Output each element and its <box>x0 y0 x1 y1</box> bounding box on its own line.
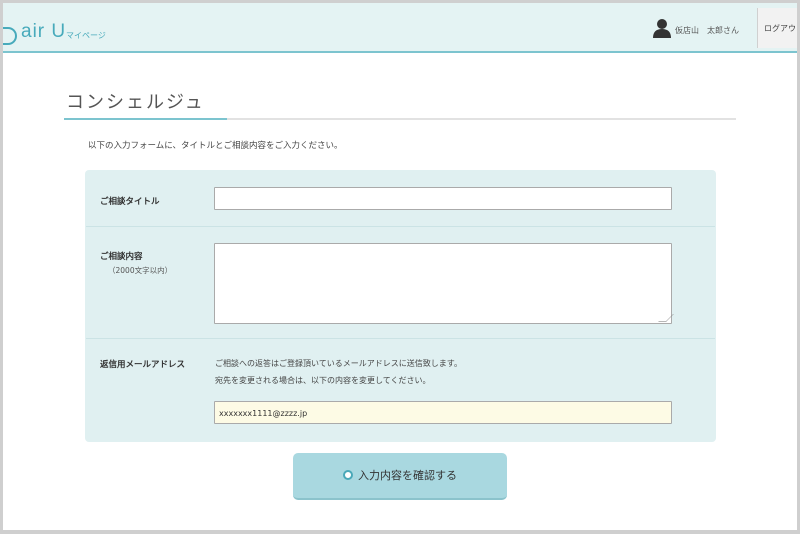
logo-subtitle: マイページ <box>66 31 106 40</box>
body-field-note: （2000文字以内） <box>108 266 173 275</box>
logo-text[interactable]: air U <box>21 21 66 43</box>
title-field-label: ご相談タイトル <box>100 197 160 207</box>
confirm-button[interactable]: 入力内容を確認する <box>293 453 507 500</box>
intro-text: 以下の入力フォームに、タイトルとご相談内容をご入力ください。 <box>88 141 343 151</box>
body-field-label: ご相談内容 <box>100 252 143 262</box>
title-input[interactable] <box>214 187 672 210</box>
form-row-divider <box>86 338 715 339</box>
email-input[interactable]: xxxxxxx1111@zzzz.jp <box>214 401 672 424</box>
page-title: コンシェルジュ <box>66 92 205 113</box>
confirm-button-label: 入力内容を確認する <box>358 469 457 482</box>
logo-mark-icon <box>3 27 17 45</box>
email-field-label: 返信用メールアドレス <box>100 360 186 370</box>
circle-icon <box>343 470 353 480</box>
email-note-line1: ご相談への返答はご登録頂いているメールアドレスに送信致します。 <box>215 359 462 368</box>
form-row-divider <box>86 226 715 227</box>
body-textarea[interactable] <box>214 243 672 324</box>
email-note-line2: 宛先を変更される場合は、以下の内容を変更してください。 <box>215 376 431 385</box>
logout-button[interactable]: ログアウト <box>757 8 797 48</box>
user-icon <box>653 19 671 38</box>
title-divider-accent <box>64 118 227 120</box>
user-name: 仮店山 太郎さん <box>675 26 739 35</box>
